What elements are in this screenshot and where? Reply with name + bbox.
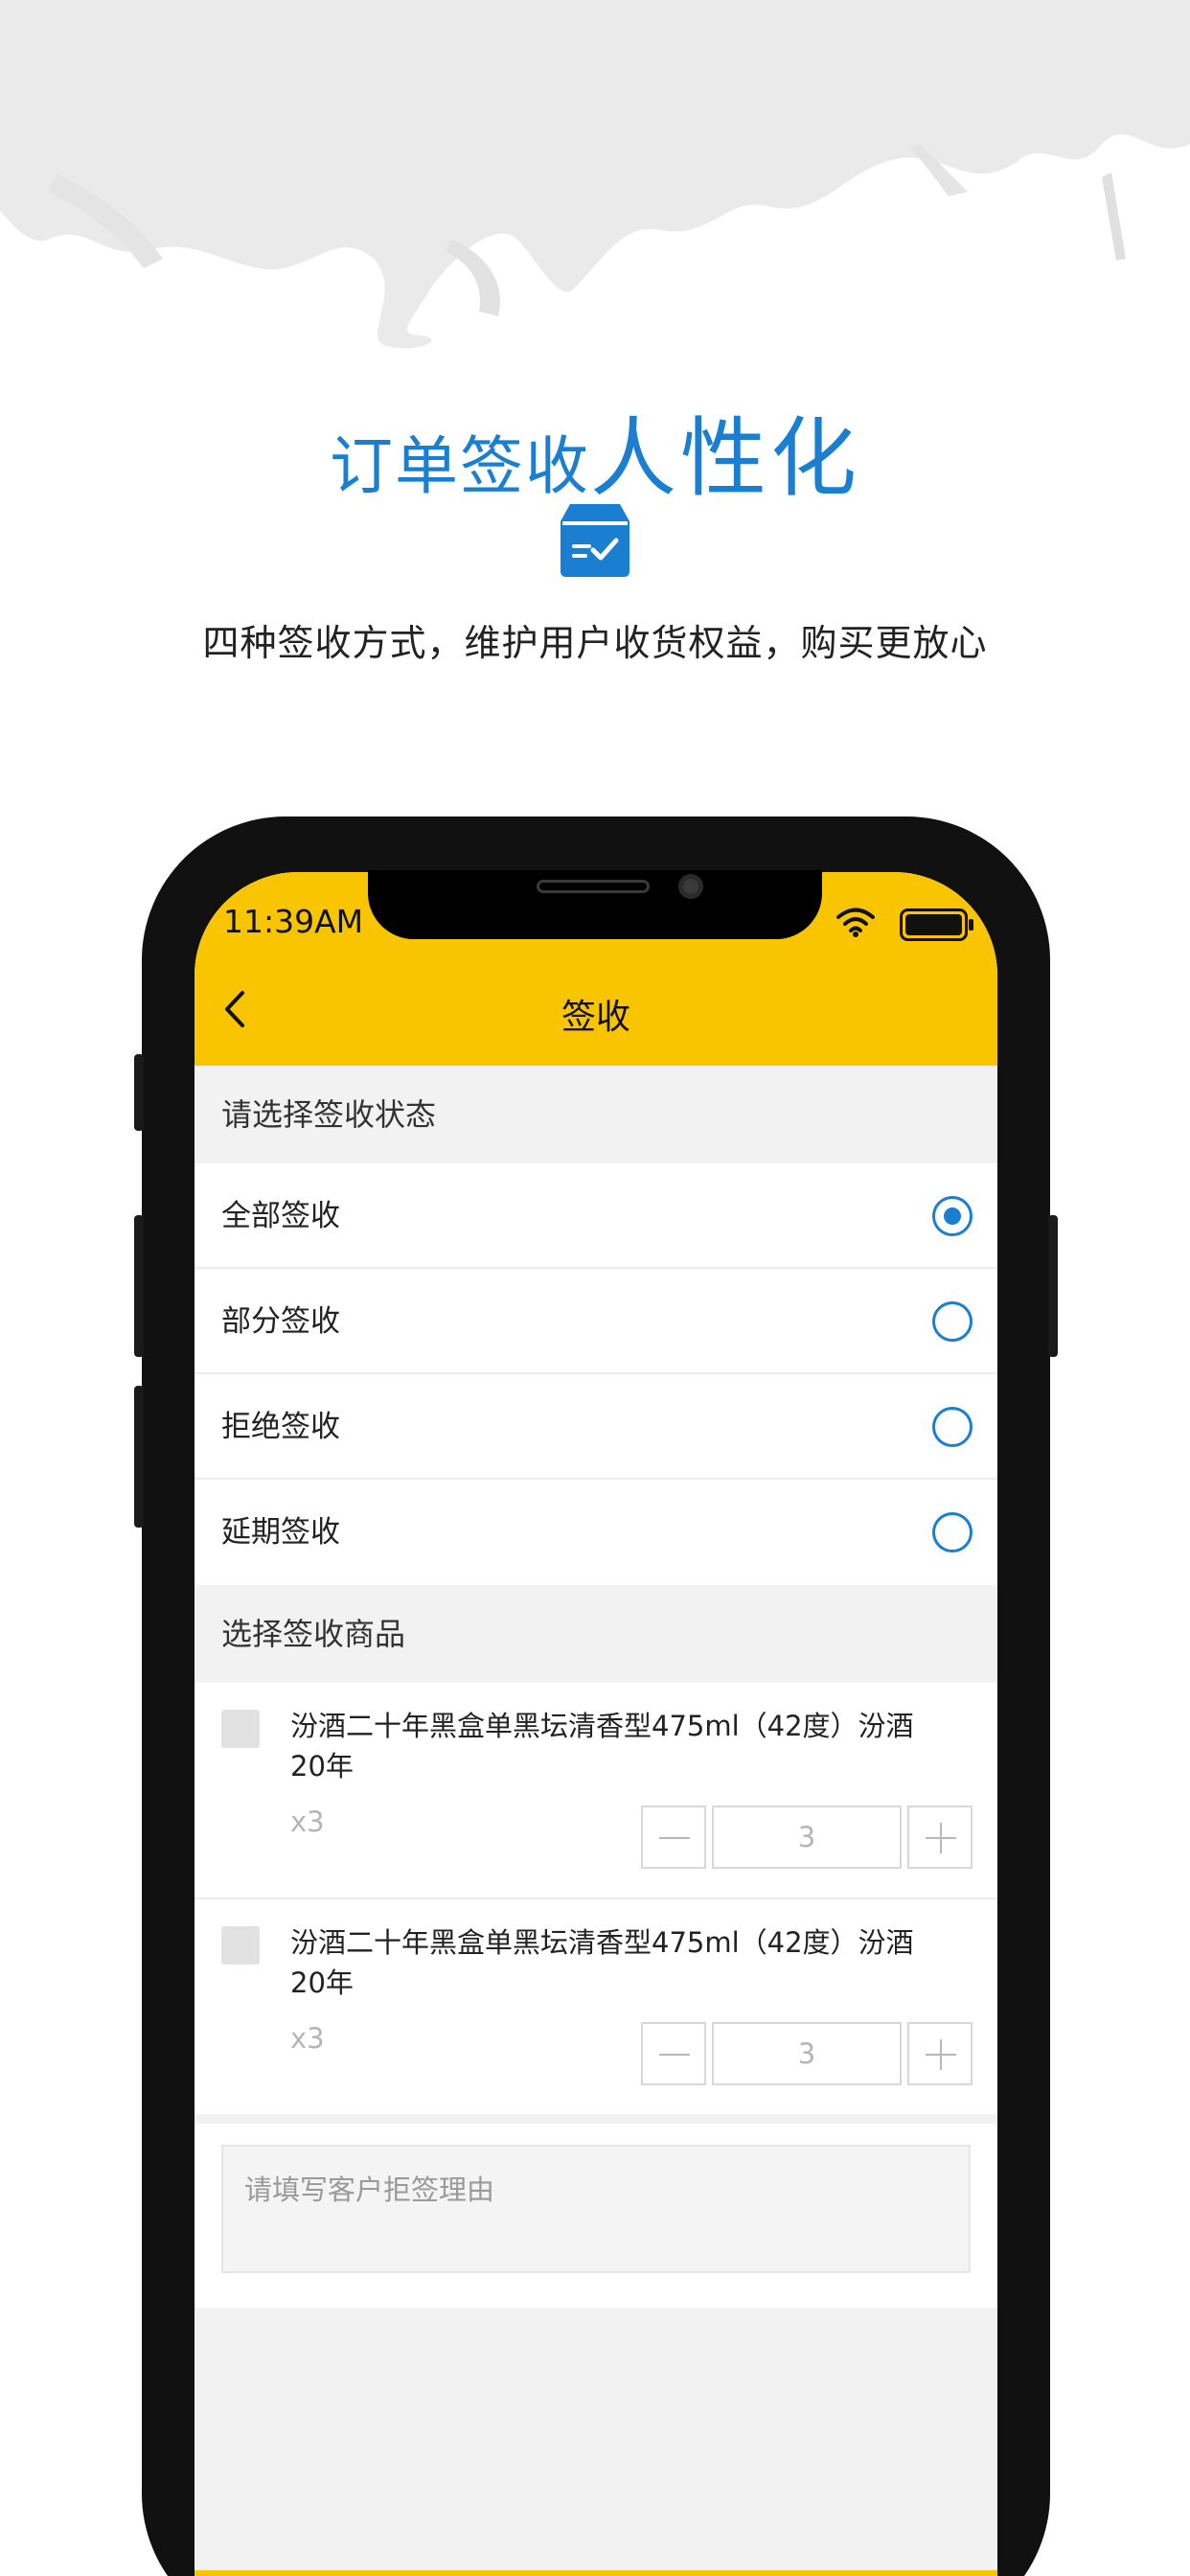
radio-unselected-icon[interactable] (932, 1407, 973, 1447)
power-button (1048, 1215, 1058, 1357)
product-checkbox[interactable] (221, 1710, 260, 1748)
product-item: 汾酒二十年黑盒单黑坛清香型475ml（42度）汾酒20年 x3 3 (195, 1899, 997, 2114)
mute-switch (134, 1054, 144, 1131)
reason-section: 请填写客户拒签理由 (195, 2124, 997, 2308)
sign-option-partial[interactable]: 部分签收 (195, 1269, 997, 1374)
reject-reason-textarea[interactable]: 请填写客户拒签理由 (221, 2145, 971, 2273)
speaker-grille (537, 880, 650, 893)
status-time: 11:39AM (223, 903, 364, 940)
decrement-button[interactable] (641, 1806, 706, 1869)
quantity-input[interactable]: 3 (712, 1806, 902, 1869)
product-name: 汾酒二十年黑盒单黑坛清香型475ml（42度）汾酒20年 (290, 1710, 914, 1782)
quantity-stepper: 3 (641, 1806, 974, 1869)
decrement-button[interactable] (641, 2022, 706, 2085)
increment-button[interactable] (907, 2022, 973, 2085)
radio-unselected-icon[interactable] (932, 1512, 973, 1552)
sign-option-label: 部分签收 (221, 1304, 340, 1339)
sign-option-reject[interactable]: 拒绝签收 (195, 1374, 997, 1480)
ink-splash-decoration (0, 0, 1190, 349)
promo-title: 订单签收人性化 (0, 388, 1190, 513)
wifi-icon (836, 908, 875, 937)
product-qty-label: x3 (290, 1806, 325, 1838)
product-qty-label: x3 (290, 2022, 325, 2055)
product-item: 汾酒二十年黑盒单黑坛清香型475ml（42度）汾酒20年 x3 3 (195, 1683, 997, 1899)
front-camera (678, 874, 703, 899)
sign-option-label: 拒绝签收 (221, 1410, 340, 1444)
sign-option-delay[interactable]: 延期签收 (195, 1480, 997, 1585)
radio-unselected-icon[interactable] (932, 1301, 973, 1342)
sign-option-label: 延期签收 (221, 1515, 340, 1550)
volume-down-button (134, 1386, 144, 1528)
sign-status-header: 请选择签收状态 (195, 1066, 997, 1163)
phone-screen: 11:39AM 签收 请选择签收状态 全部签收 部分签收 拒绝签收 延期签收 选 (195, 872, 997, 2576)
product-name: 汾酒二十年黑盒单黑坛清香型475ml（42度）汾酒20年 (290, 1926, 914, 1999)
sign-option-label: 全部签收 (221, 1199, 340, 1233)
page-title: 签收 (561, 998, 630, 1037)
quantity-input[interactable]: 3 (712, 2022, 902, 2085)
goods-header: 选择签收商品 (195, 1585, 997, 1683)
battery-icon (900, 908, 973, 941)
sign-option-all[interactable]: 全部签收 (195, 1163, 997, 1269)
volume-up-button (134, 1215, 144, 1357)
quantity-stepper: 3 (641, 2022, 974, 2085)
radio-selected-icon[interactable] (932, 1196, 973, 1236)
box-check-icon (561, 504, 629, 577)
promo-title-part1: 订单签收 (330, 429, 590, 503)
promo-subtitle: 四种签收方式，维护用户收货权益，购买更放心 (202, 622, 988, 664)
promo-title-part2: 人性化 (590, 408, 860, 509)
confirm-button[interactable]: 确 认 (195, 2570, 997, 2576)
product-checkbox[interactable] (221, 1926, 260, 1965)
increment-button[interactable] (907, 1806, 973, 1869)
